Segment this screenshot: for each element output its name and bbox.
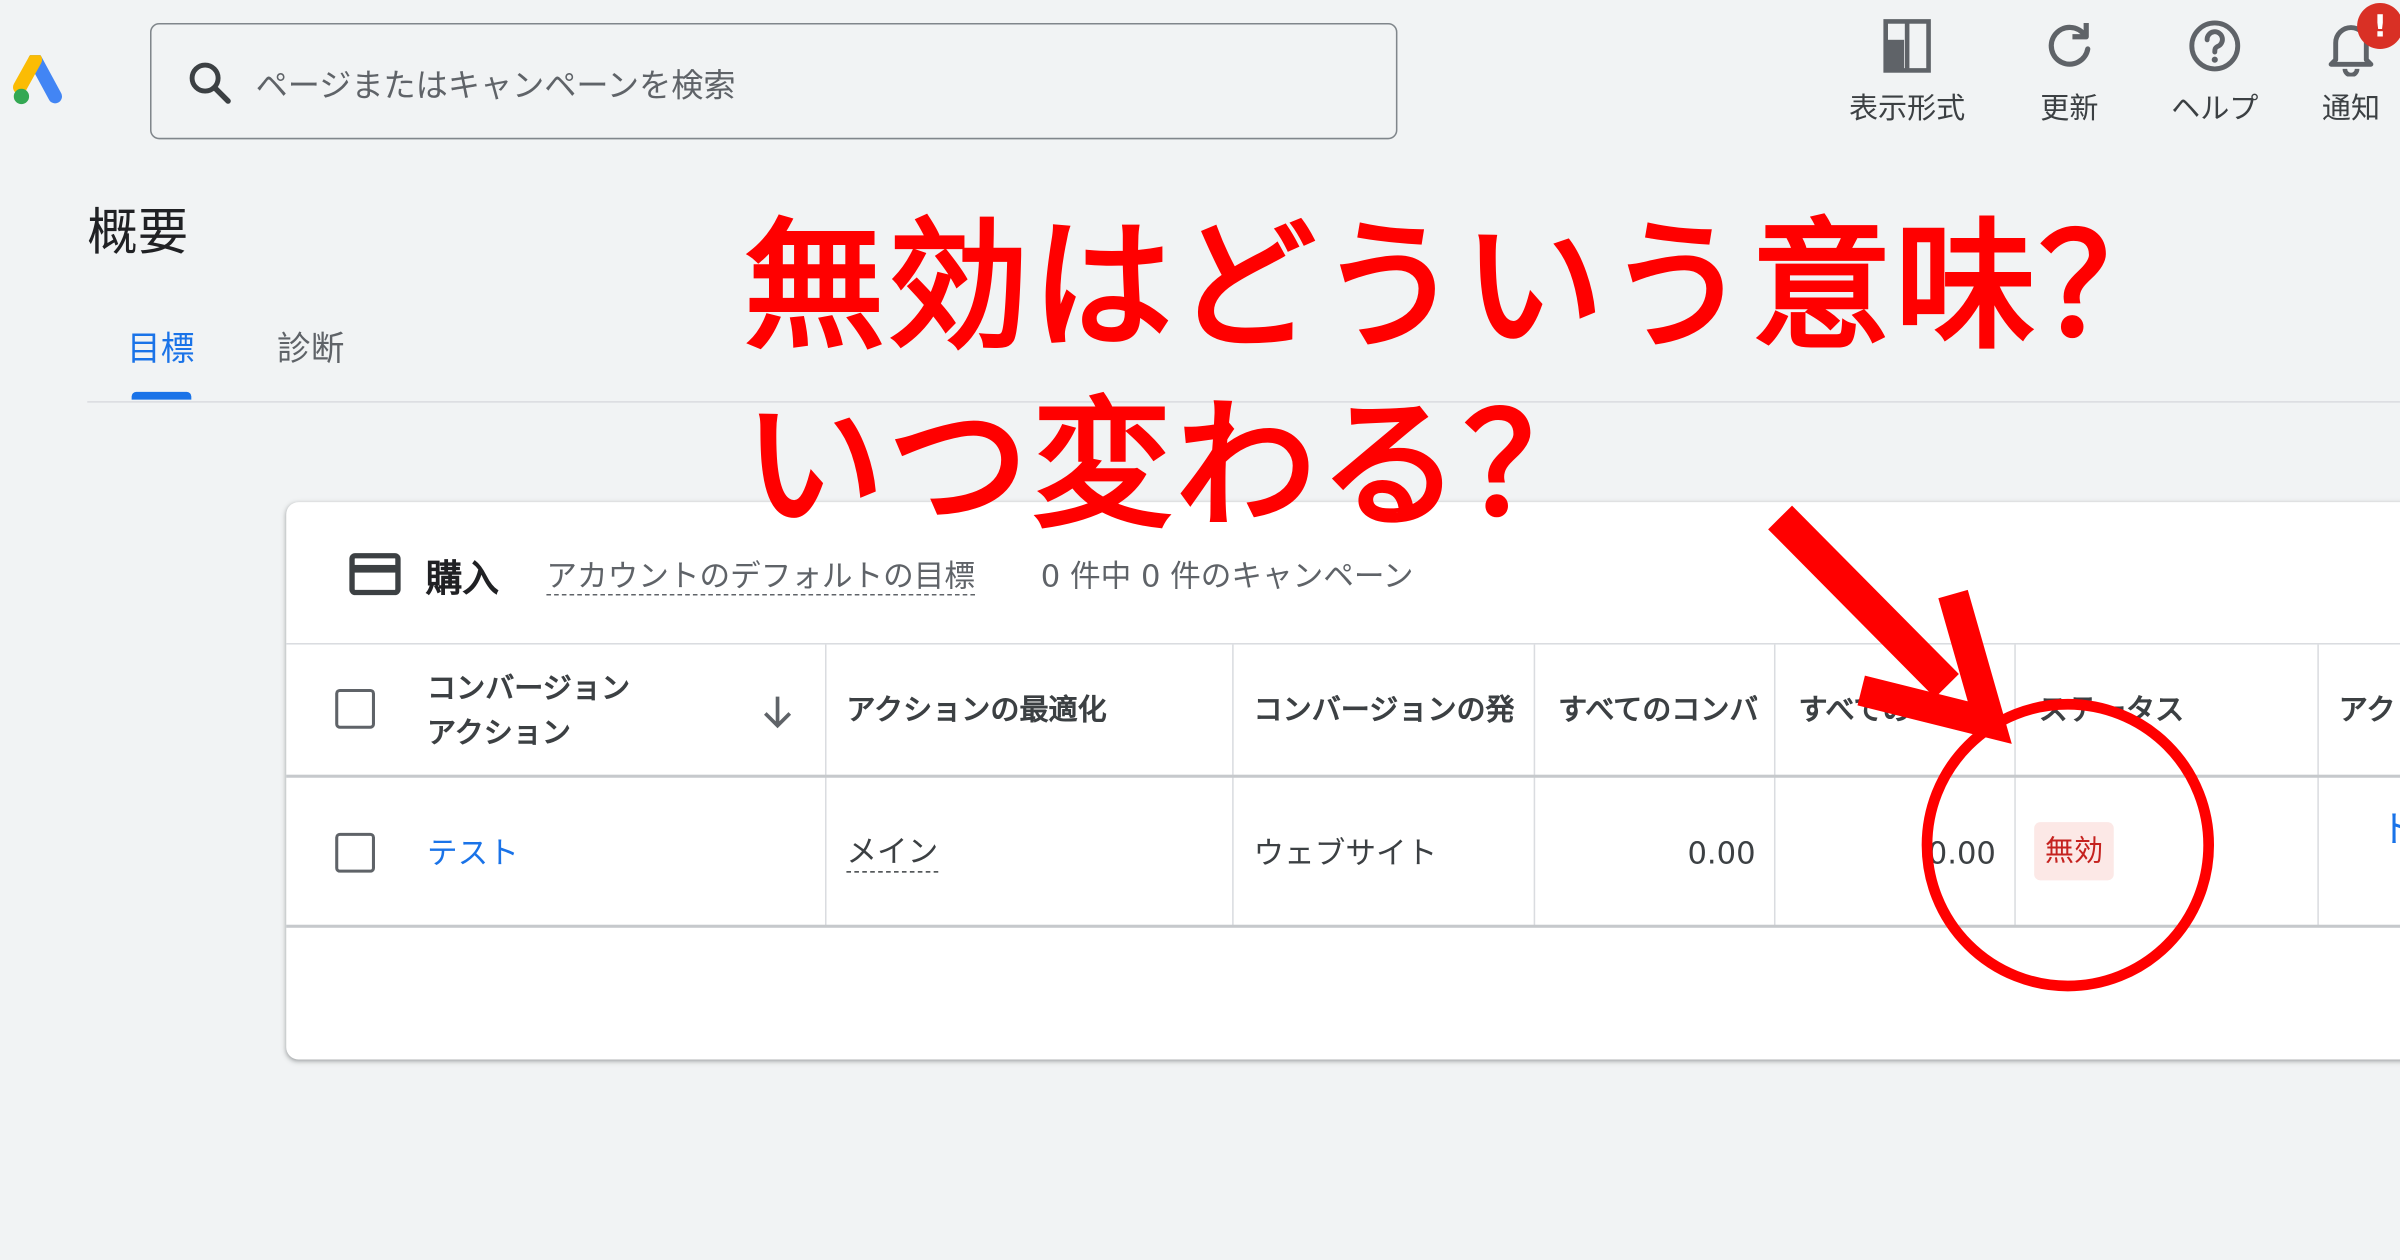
sort-down-arrow-icon[interactable]: [759, 692, 796, 732]
annotation-line-2: いつ変わる？: [743, 384, 1608, 549]
column-divider: [2014, 644, 2016, 927]
column-divider: [824, 644, 827, 927]
search-box[interactable]: ページまたはキャンペーンを検索: [149, 22, 1398, 140]
appearance-icon: [1883, 19, 1931, 73]
refresh-label: 更新: [2040, 91, 2099, 126]
column-header-line2: アクション: [427, 716, 572, 751]
card-header-divider: [286, 643, 2400, 645]
column-header-all-conversions-1[interactable]: すべてのコンバ: [1558, 689, 1757, 733]
goal-title: 購入: [425, 557, 499, 601]
viewport: ページまたはキャンペーンを検索 表示形式 更新 ヘルプ 通知 ! 概要 目標 診…: [0, 0, 2400, 1260]
search-placeholder: ページまたはキャンペーンを検索: [255, 67, 736, 105]
help-icon: [2189, 20, 2241, 72]
tab-diagnostics[interactable]: 診断: [277, 322, 344, 371]
column-header-optimization[interactable]: アクションの最適化: [846, 689, 1213, 733]
help-button[interactable]: ヘルプ: [2167, 15, 2262, 137]
column-divider: [1773, 644, 1776, 927]
tab-goals[interactable]: 目標: [127, 322, 194, 371]
notification-badge: !: [2357, 3, 2400, 49]
refresh-button[interactable]: 更新: [2036, 15, 2103, 137]
column-header-conversion-action[interactable]: コンバージョン アクション: [427, 668, 733, 757]
row-divider: [286, 924, 2400, 928]
column-header-action[interactable]: アク: [2339, 689, 2400, 733]
active-tab-indicator: [131, 391, 192, 400]
column-header-all-conversions-2[interactable]: すべてのコンバ: [1798, 689, 1997, 733]
column-header-conversion-source[interactable]: コンバージョンの発: [1254, 689, 1514, 733]
notifications-button[interactable]: 通知 !: [2317, 3, 2400, 137]
screen: ページまたはキャンペーンを検索 表示形式 更新 ヘルプ 通知 ! 概要 目標 診…: [0, 0, 2400, 1260]
appearance-label: 表示形式: [1848, 91, 1966, 126]
appearance-button[interactable]: 表示形式: [1844, 15, 1970, 137]
page-title: 概要: [87, 202, 189, 262]
table-header-divider: [286, 774, 2400, 778]
row-checkbox[interactable]: [335, 832, 375, 873]
default-goal-link[interactable]: アカウントのデフォルトの目標: [546, 557, 975, 596]
notifications-label: 通知: [2321, 91, 2381, 126]
purchase-goal-card: 購入 アカウントのデフォルトの目標 0 件中 0 件のキャンペーン コンバージョ…: [286, 502, 2400, 1060]
all-conversions-value-1: 0.00: [1687, 834, 1756, 872]
column-divider: [1533, 644, 1536, 927]
select-all-checkbox[interactable]: [335, 688, 375, 729]
conversion-action-link[interactable]: テスト: [427, 831, 519, 874]
annotation-line-1: 無効はどういう意味？: [743, 205, 2183, 369]
column-divider: [1232, 644, 1234, 927]
action-column-link[interactable]: ト: [2380, 808, 2400, 851]
column-header-line1: コンバージョン: [427, 672, 631, 706]
all-conversions-value-2: 0.00: [1927, 834, 1996, 872]
column-divider: [2317, 644, 2319, 927]
help-label: ヘルプ: [2171, 91, 2259, 126]
refresh-icon: [2048, 22, 2091, 67]
search-icon: [189, 62, 231, 104]
google-ads-logo[interactable]: [12, 55, 70, 107]
conversion-source-value: ウェブサイト: [1253, 834, 1438, 872]
credit-card-icon: [349, 553, 401, 596]
campaign-count: 0 件中 0 件のキャンペーン: [1040, 557, 1414, 595]
optimization-value[interactable]: メイン: [846, 831, 939, 873]
column-header-status[interactable]: ステータス: [2039, 689, 2284, 733]
status-badge: 無効: [2034, 822, 2114, 881]
